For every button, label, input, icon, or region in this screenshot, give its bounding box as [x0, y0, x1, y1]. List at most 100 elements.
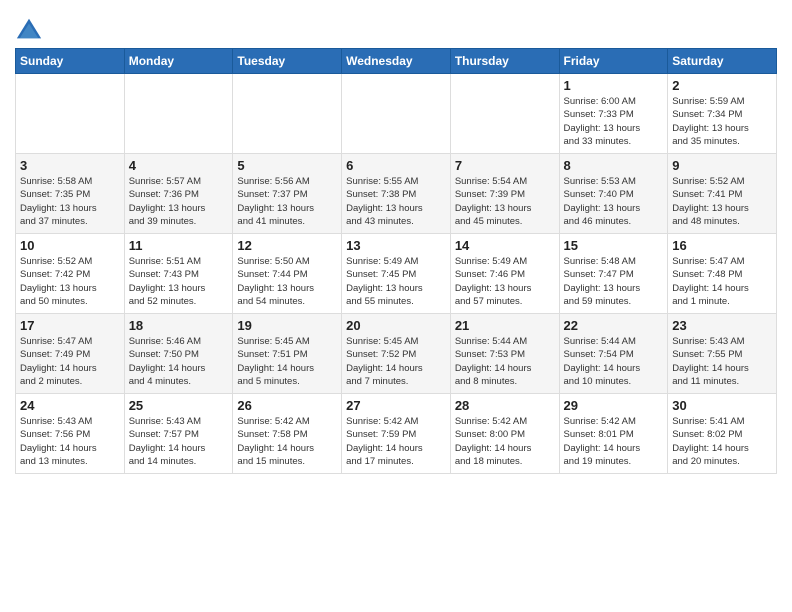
header-sunday: Sunday	[16, 49, 125, 74]
day-number-8: 8	[564, 158, 664, 173]
day-info-6: Sunrise: 5:55 AM Sunset: 7:38 PM Dayligh…	[346, 175, 446, 228]
day-info-14: Sunrise: 5:49 AM Sunset: 7:46 PM Dayligh…	[455, 255, 555, 308]
day-info-11: Sunrise: 5:51 AM Sunset: 7:43 PM Dayligh…	[129, 255, 229, 308]
week-row-1: 3 Sunrise: 5:58 AM Sunset: 7:35 PM Daylig…	[16, 154, 777, 234]
cell-3-2: 19 Sunrise: 5:45 AM Sunset: 7:51 PM Dayli…	[233, 314, 342, 394]
day-info-1: Sunrise: 6:00 AM Sunset: 7:33 PM Dayligh…	[564, 95, 664, 148]
cell-1-6: 9 Sunrise: 5:52 AM Sunset: 7:41 PM Daylig…	[668, 154, 777, 234]
header	[15, 10, 777, 44]
day-number-29: 29	[564, 398, 664, 413]
header-monday: Monday	[124, 49, 233, 74]
day-info-15: Sunrise: 5:48 AM Sunset: 7:47 PM Dayligh…	[564, 255, 664, 308]
cell-0-5: 1 Sunrise: 6:00 AM Sunset: 7:33 PM Daylig…	[559, 74, 668, 154]
day-info-18: Sunrise: 5:46 AM Sunset: 7:50 PM Dayligh…	[129, 335, 229, 388]
day-number-1: 1	[564, 78, 664, 93]
cell-4-5: 29 Sunrise: 5:42 AM Sunset: 8:01 PM Dayli…	[559, 394, 668, 474]
cell-0-2	[233, 74, 342, 154]
cell-3-5: 22 Sunrise: 5:44 AM Sunset: 7:54 PM Dayli…	[559, 314, 668, 394]
day-number-23: 23	[672, 318, 772, 333]
day-info-10: Sunrise: 5:52 AM Sunset: 7:42 PM Dayligh…	[20, 255, 120, 308]
header-wednesday: Wednesday	[342, 49, 451, 74]
cell-0-4	[450, 74, 559, 154]
day-info-29: Sunrise: 5:42 AM Sunset: 8:01 PM Dayligh…	[564, 415, 664, 468]
day-info-3: Sunrise: 5:58 AM Sunset: 7:35 PM Dayligh…	[20, 175, 120, 228]
calendar-table: SundayMondayTuesdayWednesdayThursdayFrid…	[15, 48, 777, 474]
week-row-0: 1 Sunrise: 6:00 AM Sunset: 7:33 PM Daylig…	[16, 74, 777, 154]
cell-0-6: 2Sunrise: 5:59 AM Sunset: 7:34 PM Daylig…	[668, 74, 777, 154]
day-number-17: 17	[20, 318, 120, 333]
week-row-4: 24 Sunrise: 5:43 AM Sunset: 7:56 PM Dayli…	[16, 394, 777, 474]
cell-4-2: 26 Sunrise: 5:42 AM Sunset: 7:58 PM Dayli…	[233, 394, 342, 474]
cell-2-2: 12Sunrise: 5:50 AM Sunset: 7:44 PM Dayli…	[233, 234, 342, 314]
cell-4-4: 28 Sunrise: 5:42 AM Sunset: 8:00 PM Dayli…	[450, 394, 559, 474]
day-number-21: 21	[455, 318, 555, 333]
cell-4-6: 30 Sunrise: 5:41 AM Sunset: 8:02 PM Dayli…	[668, 394, 777, 474]
day-number-3: 3	[20, 158, 120, 173]
day-info-24: Sunrise: 5:43 AM Sunset: 7:56 PM Dayligh…	[20, 415, 120, 468]
cell-1-1: 4 Sunrise: 5:57 AM Sunset: 7:36 PM Daylig…	[124, 154, 233, 234]
day-number-15: 15	[564, 238, 664, 253]
day-number-14: 14	[455, 238, 555, 253]
day-number-13: 13	[346, 238, 446, 253]
day-info-12: Sunrise: 5:50 AM Sunset: 7:44 PM Dayligh…	[237, 255, 337, 308]
logo	[15, 16, 45, 44]
cell-3-4: 21 Sunrise: 5:44 AM Sunset: 7:53 PM Dayli…	[450, 314, 559, 394]
day-number-10: 10	[20, 238, 120, 253]
header-thursday: Thursday	[450, 49, 559, 74]
day-info-8: Sunrise: 5:53 AM Sunset: 7:40 PM Dayligh…	[564, 175, 664, 228]
day-number-11: 11	[129, 238, 229, 253]
header-friday: Friday	[559, 49, 668, 74]
header-row: SundayMondayTuesdayWednesdayThursdayFrid…	[16, 49, 777, 74]
day-info-4: Sunrise: 5:57 AM Sunset: 7:36 PM Dayligh…	[129, 175, 229, 228]
day-number-6: 6	[346, 158, 446, 173]
cell-3-3: 20 Sunrise: 5:45 AM Sunset: 7:52 PM Dayli…	[342, 314, 451, 394]
day-number-26: 26	[237, 398, 337, 413]
day-info-27: Sunrise: 5:42 AM Sunset: 7:59 PM Dayligh…	[346, 415, 446, 468]
day-number-2: 2	[672, 78, 772, 93]
week-row-3: 17 Sunrise: 5:47 AM Sunset: 7:49 PM Dayli…	[16, 314, 777, 394]
cell-2-3: 13 Sunrise: 5:49 AM Sunset: 7:45 PM Dayli…	[342, 234, 451, 314]
day-number-18: 18	[129, 318, 229, 333]
day-number-4: 4	[129, 158, 229, 173]
day-info-25: Sunrise: 5:43 AM Sunset: 7:57 PM Dayligh…	[129, 415, 229, 468]
calendar-body: 1 Sunrise: 6:00 AM Sunset: 7:33 PM Daylig…	[16, 74, 777, 474]
cell-2-4: 14 Sunrise: 5:49 AM Sunset: 7:46 PM Dayli…	[450, 234, 559, 314]
day-number-7: 7	[455, 158, 555, 173]
day-number-19: 19	[237, 318, 337, 333]
day-info-21: Sunrise: 5:44 AM Sunset: 7:53 PM Dayligh…	[455, 335, 555, 388]
cell-3-6: 23Sunrise: 5:43 AM Sunset: 7:55 PM Dayli…	[668, 314, 777, 394]
day-info-30: Sunrise: 5:41 AM Sunset: 8:02 PM Dayligh…	[672, 415, 772, 468]
cell-2-1: 11 Sunrise: 5:51 AM Sunset: 7:43 PM Dayli…	[124, 234, 233, 314]
day-info-17: Sunrise: 5:47 AM Sunset: 7:49 PM Dayligh…	[20, 335, 120, 388]
cell-1-3: 6 Sunrise: 5:55 AM Sunset: 7:38 PM Daylig…	[342, 154, 451, 234]
cell-4-3: 27Sunrise: 5:42 AM Sunset: 7:59 PM Dayli…	[342, 394, 451, 474]
day-info-5: Sunrise: 5:56 AM Sunset: 7:37 PM Dayligh…	[237, 175, 337, 228]
day-number-24: 24	[20, 398, 120, 413]
day-info-26: Sunrise: 5:42 AM Sunset: 7:58 PM Dayligh…	[237, 415, 337, 468]
day-number-9: 9	[672, 158, 772, 173]
day-number-22: 22	[564, 318, 664, 333]
day-number-20: 20	[346, 318, 446, 333]
day-info-7: Sunrise: 5:54 AM Sunset: 7:39 PM Dayligh…	[455, 175, 555, 228]
header-tuesday: Tuesday	[233, 49, 342, 74]
logo-icon	[15, 16, 43, 44]
week-row-2: 10 Sunrise: 5:52 AM Sunset: 7:42 PM Dayli…	[16, 234, 777, 314]
cell-0-0	[16, 74, 125, 154]
cell-2-6: 16 Sunrise: 5:47 AM Sunset: 7:48 PM Dayli…	[668, 234, 777, 314]
day-info-20: Sunrise: 5:45 AM Sunset: 7:52 PM Dayligh…	[346, 335, 446, 388]
day-info-19: Sunrise: 5:45 AM Sunset: 7:51 PM Dayligh…	[237, 335, 337, 388]
day-number-30: 30	[672, 398, 772, 413]
cell-2-5: 15 Sunrise: 5:48 AM Sunset: 7:47 PM Dayli…	[559, 234, 668, 314]
day-number-16: 16	[672, 238, 772, 253]
day-info-28: Sunrise: 5:42 AM Sunset: 8:00 PM Dayligh…	[455, 415, 555, 468]
day-info-22: Sunrise: 5:44 AM Sunset: 7:54 PM Dayligh…	[564, 335, 664, 388]
cell-3-1: 18 Sunrise: 5:46 AM Sunset: 7:50 PM Dayli…	[124, 314, 233, 394]
day-info-13: Sunrise: 5:49 AM Sunset: 7:45 PM Dayligh…	[346, 255, 446, 308]
cell-2-0: 10 Sunrise: 5:52 AM Sunset: 7:42 PM Dayli…	[16, 234, 125, 314]
day-number-28: 28	[455, 398, 555, 413]
day-info-16: Sunrise: 5:47 AM Sunset: 7:48 PM Dayligh…	[672, 255, 772, 308]
day-number-25: 25	[129, 398, 229, 413]
cell-1-4: 7 Sunrise: 5:54 AM Sunset: 7:39 PM Daylig…	[450, 154, 559, 234]
day-info-9: Sunrise: 5:52 AM Sunset: 7:41 PM Dayligh…	[672, 175, 772, 228]
cell-4-1: 25 Sunrise: 5:43 AM Sunset: 7:57 PM Dayli…	[124, 394, 233, 474]
